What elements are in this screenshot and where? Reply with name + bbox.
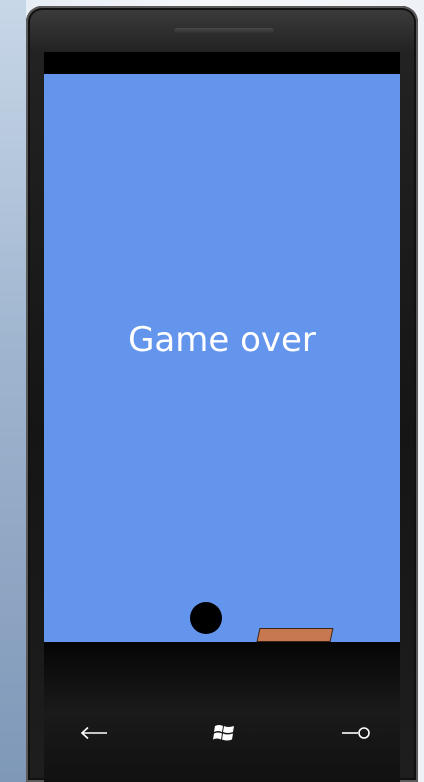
back-button[interactable]	[74, 720, 114, 746]
game-canvas[interactable]: Game over	[44, 74, 400, 642]
search-icon	[342, 727, 370, 739]
game-over-text: Game over	[128, 320, 316, 360]
game-paddle[interactable]	[256, 628, 334, 642]
phone-device: Game over	[26, 6, 418, 782]
start-button[interactable]	[204, 720, 244, 746]
hardware-nav-bar	[44, 642, 400, 782]
desktop-background	[0, 0, 26, 782]
windows-logo-icon	[213, 725, 234, 741]
phone-screen: Game over	[44, 52, 400, 642]
search-button[interactable]	[336, 720, 376, 746]
game-ball	[190, 602, 222, 634]
back-arrow-icon	[80, 726, 107, 740]
phone-speaker	[174, 28, 274, 34]
